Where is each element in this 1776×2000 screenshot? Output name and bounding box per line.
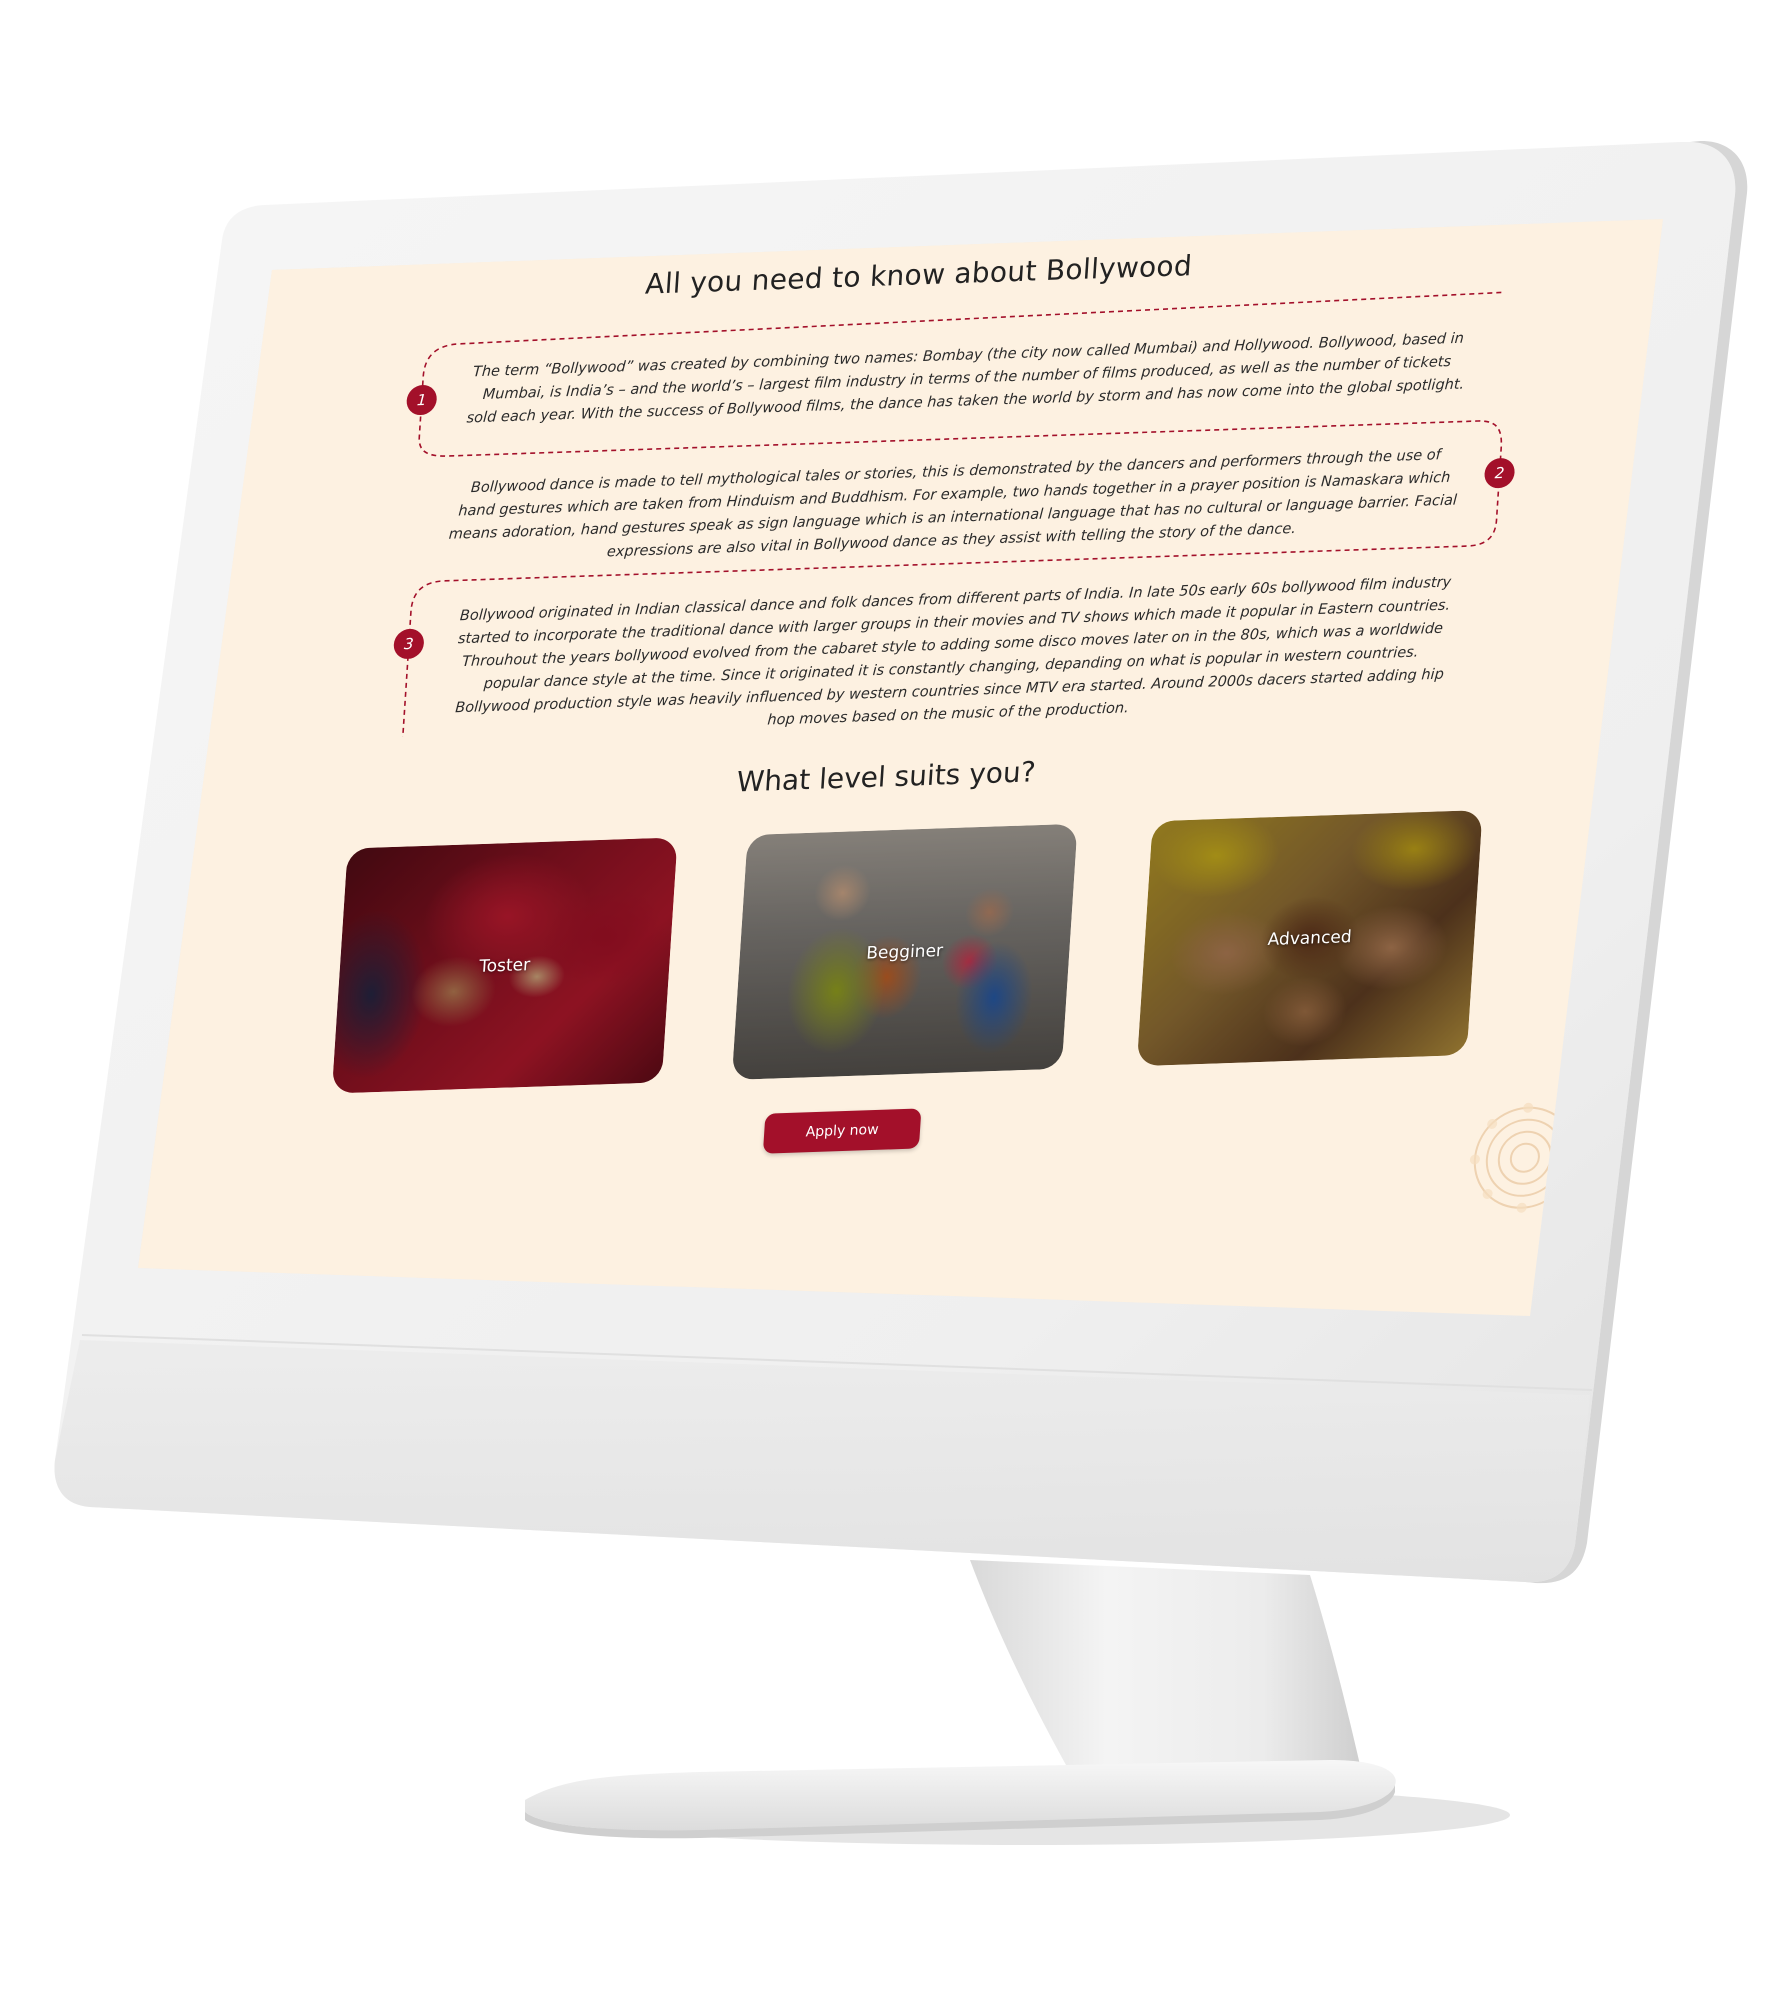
level-card-begginer[interactable]: Begginer: [731, 823, 1078, 1080]
level-label-advanced: Advanced: [1267, 926, 1353, 950]
level-card-advanced[interactable]: Advanced: [1136, 809, 1483, 1067]
level-label-toster: Toster: [478, 954, 531, 977]
mockup-stage: All you need to know about Bollywood 1 T…: [0, 0, 1776, 2000]
webpage: All you need to know about Bollywood 1 T…: [158, 219, 1616, 1305]
apply-now-button[interactable]: Apply now: [762, 1108, 922, 1154]
level-card-toster[interactable]: Toster: [331, 837, 678, 1094]
level-label-begginer: Begginer: [865, 940, 944, 964]
